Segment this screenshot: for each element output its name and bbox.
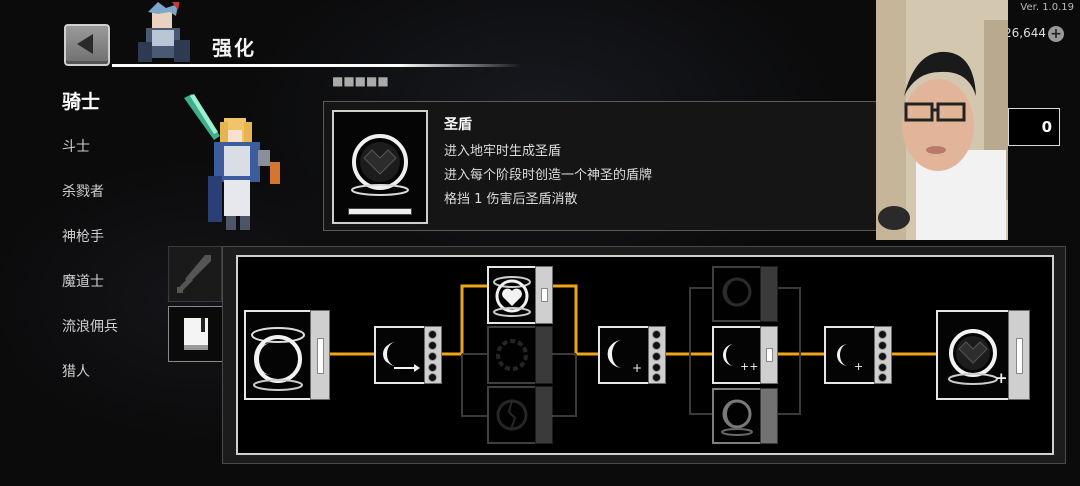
skill-node-moon-plus-2[interactable]: ++ <box>712 326 778 384</box>
moon-plus-icon: + <box>607 340 642 375</box>
svg-text:+: + <box>632 361 642 375</box>
moon-shield-icon <box>721 399 753 436</box>
skill-node-dash[interactable] <box>374 326 442 384</box>
skill-node-locked[interactable] <box>712 388 778 444</box>
moon-plus-icon: ++ <box>723 344 758 373</box>
gear-shield-icon <box>496 339 528 371</box>
svg-text:++: ++ <box>995 369 1009 387</box>
heart-shield-icon <box>493 276 531 317</box>
skill-node-moon-plus-3[interactable]: + <box>824 326 892 384</box>
skill-node-holy-shield-final[interactable]: ++ <box>936 310 1030 400</box>
moon-plus-icon: + <box>837 344 863 373</box>
holy-shield-plus-icon: ++ <box>948 329 1009 387</box>
moon-shield-icon <box>722 277 752 307</box>
skill-node-holy-shield-start[interactable] <box>244 310 330 400</box>
shield-moon-icon <box>251 327 305 391</box>
cracked-shield-icon <box>496 399 528 431</box>
svg-text:++: ++ <box>740 360 758 373</box>
skill-node-moon-plus[interactable]: + <box>598 326 666 384</box>
skill-node-locked[interactable] <box>487 326 553 384</box>
dash-moon-icon <box>383 342 420 372</box>
skill-node-locked[interactable] <box>712 266 778 322</box>
svg-text:+: + <box>854 360 863 373</box>
skill-node-heart-shield[interactable] <box>487 266 553 324</box>
skill-node-locked[interactable] <box>487 386 553 444</box>
